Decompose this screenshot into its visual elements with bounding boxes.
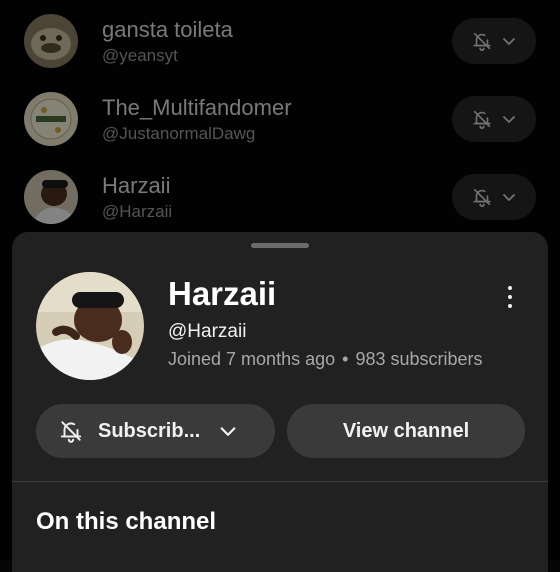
subscribe-label: Subscrib... — [98, 419, 201, 442]
bell-off-icon — [473, 32, 491, 51]
avatar — [24, 14, 78, 68]
drag-handle[interactable] — [251, 243, 309, 248]
channel-handle: @yeansyt — [102, 46, 178, 65]
chevron-down-icon — [220, 427, 236, 436]
subscription-row[interactable]: gansta toileta @yeansyt — [0, 0, 560, 78]
notification-settings-button[interactable] — [452, 174, 536, 220]
notification-settings-button[interactable] — [452, 96, 536, 142]
channel-name: Harzaii — [102, 173, 171, 198]
subscription-row[interactable]: The_Multifandomer @JustanormalDawg — [0, 78, 560, 156]
channel-handle: @JustanormalDawg — [102, 124, 256, 143]
subscriber-count: 983 subscribers — [355, 349, 483, 369]
more-options-button[interactable] — [498, 282, 522, 312]
channel-meta: Joined 7 months ago • 983 subscribers — [168, 349, 483, 370]
chevron-down-icon — [503, 38, 515, 45]
view-channel-button[interactable]: View channel — [287, 404, 525, 458]
notification-settings-button[interactable] — [452, 18, 536, 64]
avatar — [24, 170, 78, 224]
chevron-down-icon — [503, 116, 515, 123]
joined-date: Joined 7 months ago — [168, 349, 336, 369]
divider — [12, 481, 548, 482]
bell-off-icon — [473, 188, 491, 207]
channel-handle: @Harzaii — [102, 202, 173, 221]
meta-separator: • — [342, 349, 349, 369]
subscription-row[interactable]: Harzaii @Harzaii — [0, 156, 560, 234]
channel-handle: @Harzaii — [168, 321, 247, 342]
channel-name: Harzaii — [168, 275, 277, 312]
bell-off-icon — [473, 110, 491, 129]
chevron-down-icon — [503, 194, 515, 201]
channel-name: gansta toileta — [102, 17, 233, 42]
more-vert-icon — [508, 286, 512, 290]
bell-off-icon — [60, 421, 82, 443]
section-title: On this channel — [36, 508, 217, 535]
subscribe-button[interactable]: Subscrib... — [36, 404, 275, 458]
avatar — [24, 92, 78, 146]
channel-avatar — [36, 272, 144, 380]
channel-bottom-sheet: Harzaii @Harzaii Joined 7 months ago • 983… — [12, 232, 548, 572]
channel-name: The_Multifandomer — [102, 95, 292, 120]
